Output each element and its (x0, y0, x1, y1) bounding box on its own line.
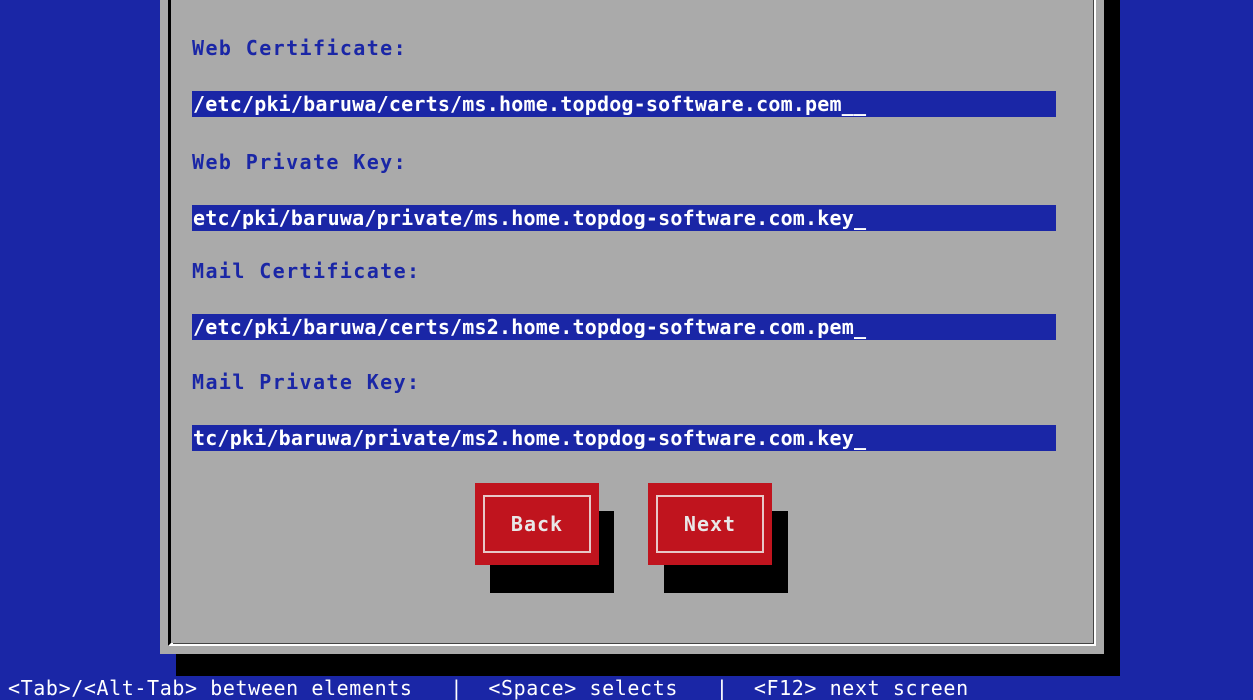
mail-certificate-label: Mail Certificate: (192, 259, 421, 283)
web-private-key-label: Web Private Key: (192, 150, 408, 174)
help-bar-text: <Tab>/<Alt-Tab> between elements | <Spac… (8, 676, 969, 700)
web-private-key-input[interactable]: etc/pki/baruwa/private/ms.home.topdog-so… (192, 205, 1056, 231)
help-bar: <Tab>/<Alt-Tab> between elements | <Spac… (0, 676, 1253, 700)
mail-private-key-label: Mail Private Key: (192, 370, 421, 394)
back-button-label: Back (483, 495, 591, 553)
next-button-label: Next (656, 495, 764, 553)
mail-certificate-input[interactable]: /etc/pki/baruwa/certs/ms2.home.topdog-so… (192, 314, 1056, 340)
web-certificate-label: Web Certificate: (192, 36, 408, 60)
web-certificate-input[interactable]: /etc/pki/baruwa/certs/ms.home.topdog-sof… (192, 91, 1056, 117)
next-button[interactable]: Next (648, 483, 772, 565)
mail-private-key-input[interactable]: tc/pki/baruwa/private/ms2.home.topdog-so… (192, 425, 1056, 451)
terminal-screen: Web Certificate: /etc/pki/baruwa/certs/m… (0, 0, 1253, 700)
back-button[interactable]: Back (475, 483, 599, 565)
